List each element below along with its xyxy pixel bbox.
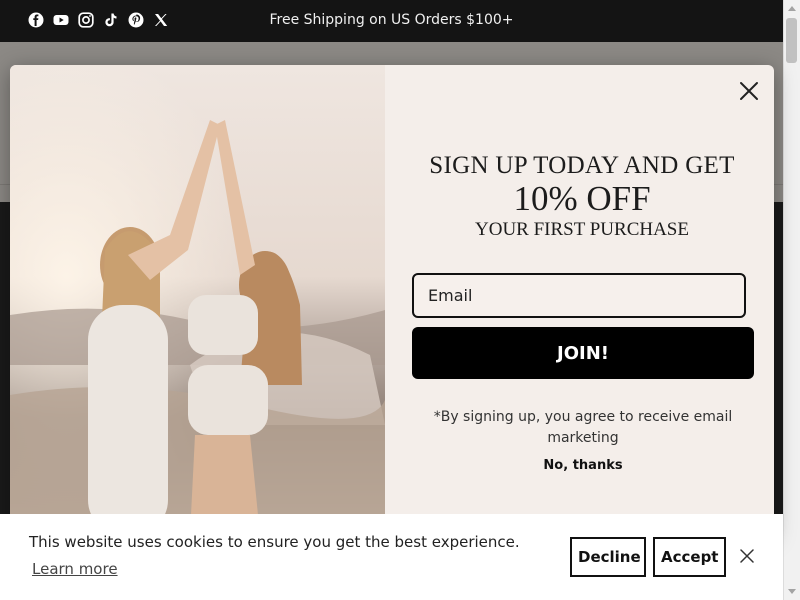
close-cookie-icon[interactable]	[740, 549, 754, 563]
no-thanks-link[interactable]: No, thanks	[412, 458, 754, 473]
signup-popup: SIGN UP TODAY AND GET 10% OFF YOUR FIRST…	[10, 65, 774, 535]
close-popup-icon[interactable]	[738, 80, 760, 102]
cookie-message: This website uses cookies to ensure you …	[29, 533, 520, 551]
signup-disclaimer: *By signing up, you agree to receive ema…	[433, 409, 733, 446]
decline-button[interactable]: Decline	[570, 537, 646, 577]
headline-line-1: SIGN UP TODAY AND GET	[429, 152, 735, 179]
headline-line-3: YOUR FIRST PURCHASE	[475, 219, 689, 240]
headline-discount: 10% OFF	[513, 179, 651, 218]
page-scrollbar[interactable]	[783, 0, 800, 600]
learn-more-link[interactable]: Learn more	[32, 560, 118, 578]
accept-button[interactable]: Accept	[653, 537, 726, 577]
email-input[interactable]	[412, 273, 746, 318]
popup-headline: SIGN UP TODAY AND GET 10% OFF YOUR FIRST…	[412, 151, 752, 243]
announcement-text: Free Shipping on US Orders $100+	[269, 12, 514, 28]
scrollbar-thumb[interactable]	[786, 18, 797, 63]
scroll-down-arrow-icon[interactable]	[788, 589, 796, 594]
scroll-up-arrow-icon[interactable]	[788, 6, 796, 11]
join-button[interactable]: JOIN!	[412, 327, 754, 379]
announcement-bar: Free Shipping on US Orders $100+	[0, 0, 783, 42]
popup-photo	[10, 65, 385, 535]
cookie-banner: This website uses cookies to ensure you …	[0, 514, 783, 600]
